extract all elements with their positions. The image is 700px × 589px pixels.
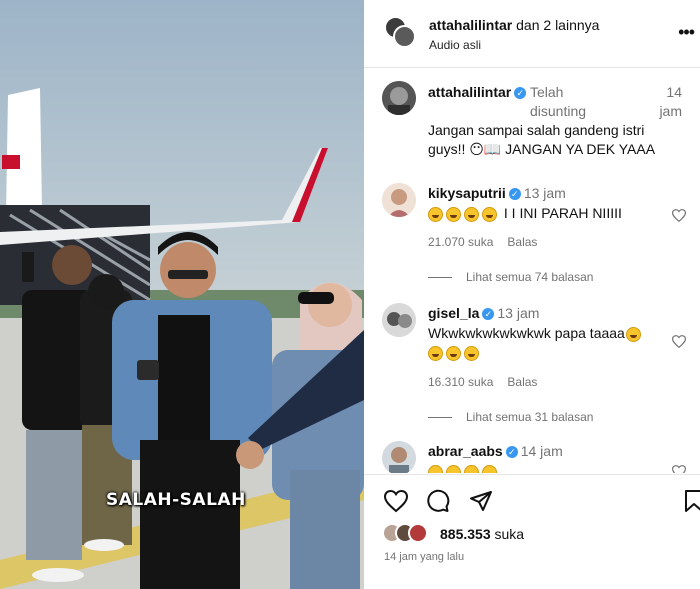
avatar[interactable]: [382, 183, 416, 217]
comment-icon[interactable]: [426, 489, 450, 513]
laugh-emoji-icon: [428, 206, 443, 222]
reply-button[interactable]: Balas: [507, 235, 537, 249]
comment-like-heart-icon[interactable]: [672, 465, 686, 473]
comment-text: I I INI PARAH NIIIII: [503, 205, 622, 221]
media-overlay-caption: SALAH-SALAH: [106, 490, 246, 510]
comment-body: I I INI PARAH NIIIII: [428, 204, 622, 223]
reply-button[interactable]: Balas: [507, 375, 537, 389]
comment-time: 13 jam: [497, 305, 540, 321]
likes-count: 885.353: [440, 526, 491, 542]
avatar[interactable]: [382, 441, 416, 473]
comment-text: Wkwkwkwkwkwkwk papa taaaa: [428, 325, 625, 341]
heart-icon[interactable]: [384, 489, 408, 513]
likes-suffix: suka: [494, 526, 525, 542]
comment-like-heart-icon[interactable]: [672, 335, 686, 348]
laugh-emoji-icon: [464, 206, 479, 222]
laugh-emoji-icon: [446, 464, 461, 473]
post-timestamp[interactable]: 14 jam yang lalu: [384, 551, 464, 563]
verified-badge-icon: ✓: [508, 187, 521, 200]
comments-list[interactable]: attahalilintar ✓ Telah disunting 14 jam J…: [364, 69, 700, 473]
laugh-emoji-icon: [428, 345, 443, 361]
laugh-emoji-icon: [464, 345, 479, 361]
edited-label: Telah disunting: [530, 84, 587, 119]
comment-username[interactable]: attahalilintar: [428, 84, 511, 100]
view-replies-text: Lihat semua 74 balasan: [466, 270, 594, 284]
laugh-emoji-icon: [482, 464, 497, 473]
comment-item: kikysaputrii ✓ 13 jam I I INI PARAH NIIIII…: [364, 173, 700, 293]
comment-likes[interactable]: 21.070 suka: [428, 235, 493, 249]
view-replies-text: Lihat semua 31 balasan: [466, 410, 594, 424]
post-media[interactable]: SALAH-SALAH: [0, 0, 364, 589]
caption-text: Jangan sampai salah gandeng istri guys!!…: [428, 122, 656, 157]
comment-time: 14 jam: [659, 84, 682, 119]
verified-badge-icon: ✓: [514, 86, 527, 99]
post-side-panel: attahalilintar dan 2 lainnya Audio asli …: [364, 0, 700, 589]
comment-stats: 21.070 suka Balas: [428, 235, 537, 249]
comment-username[interactable]: kikysaputrii: [428, 185, 506, 201]
laugh-emoji-icon: [625, 326, 641, 342]
comment-time: 14 jam: [520, 443, 563, 459]
post-header: attahalilintar dan 2 lainnya Audio asli …: [364, 0, 700, 68]
verified-badge-icon: ✓: [505, 445, 518, 458]
view-replies-link[interactable]: Lihat semua 31 balasan: [428, 410, 593, 424]
laugh-emoji-icon: [482, 206, 497, 222]
collab-suffix[interactable]: dan 2 lainnya: [516, 17, 599, 33]
avatar[interactable]: [382, 81, 416, 115]
comment-time: 13 jam: [523, 185, 566, 201]
laugh-emoji-icon: [446, 345, 461, 361]
avatar[interactable]: [382, 303, 416, 337]
comment-like-heart-icon[interactable]: [672, 209, 686, 222]
comment-body: Wkwkwkwkwkwkwk papa taaaa: [428, 324, 668, 362]
divider: [428, 417, 452, 419]
laugh-emoji-icon: [464, 464, 479, 473]
comment-username[interactable]: abrar_aabs: [428, 443, 503, 459]
avatar: [393, 25, 416, 48]
divider: [428, 277, 452, 279]
post-author-line: attahalilintar dan 2 lainnya: [429, 17, 599, 33]
avatar: [408, 523, 428, 543]
comment-likes[interactable]: 16.310 suka: [428, 375, 493, 389]
collab-avatar-stack[interactable]: [384, 16, 416, 48]
post-author-username[interactable]: attahalilintar: [429, 17, 512, 33]
caption-comment: attahalilintar ✓ Telah disunting 14 jam J…: [364, 69, 700, 174]
likes-count-text[interactable]: 885.353 suka: [440, 526, 524, 542]
comment-body: [428, 462, 500, 473]
comment-item: gisel_la ✓ 13 jam Wkwkwkwkwkwkwk papa taaa…: [364, 293, 700, 433]
laugh-emoji-icon: [428, 464, 443, 473]
more-icon[interactable]: •••: [678, 22, 695, 43]
post-actions-bar: 885.353 suka 14 jam yang lalu: [364, 474, 700, 589]
laugh-emoji-icon: [446, 206, 461, 222]
verified-badge-icon: ✓: [482, 307, 495, 320]
comment-stats: 16.310 suka Balas: [428, 375, 537, 389]
send-icon[interactable]: [469, 489, 493, 513]
audio-label[interactable]: Audio asli: [429, 38, 481, 52]
comment-username[interactable]: gisel_la: [428, 305, 479, 321]
bookmark-icon[interactable]: [682, 489, 700, 513]
comment-item: abrar_aabs ✓ 14 jam: [364, 433, 700, 473]
view-replies-link[interactable]: Lihat semua 74 balasan: [428, 270, 593, 284]
